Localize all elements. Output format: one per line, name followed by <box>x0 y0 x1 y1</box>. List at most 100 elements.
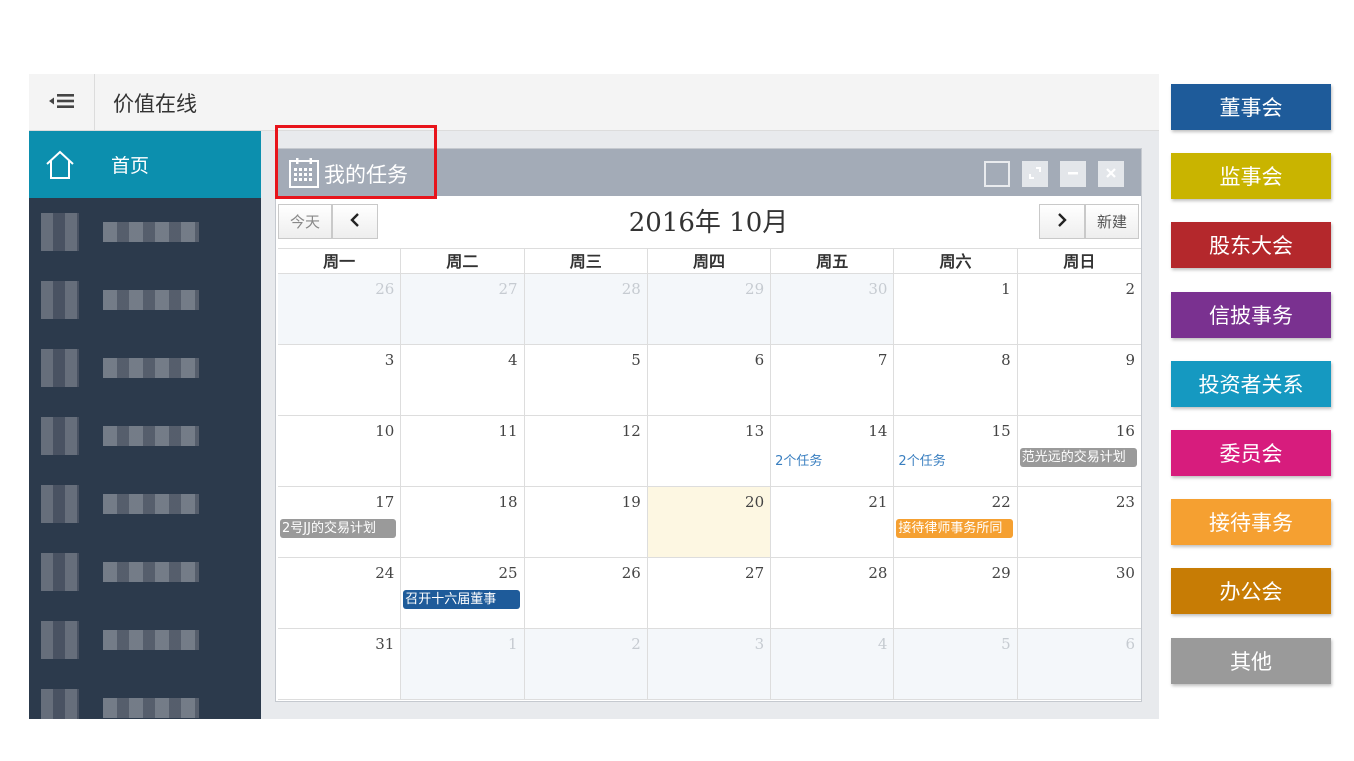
calendar-day[interactable]: 31 <box>278 629 402 700</box>
calendar-day[interactable]: 2 <box>524 629 648 700</box>
calendar-day[interactable]: 4 <box>771 629 895 700</box>
calendar-day[interactable]: 17 2号JJ的交易计划 <box>278 487 402 558</box>
calendar-day[interactable]: 19 <box>524 487 648 558</box>
calendar-day[interactable]: 5 <box>894 629 1018 700</box>
calendar-day[interactable]: 3 <box>278 345 402 416</box>
menu-toggle-button[interactable] <box>29 74 95 131</box>
calendar-day[interactable]: 28 <box>524 274 648 345</box>
sidebar-item-blurred[interactable] <box>29 198 261 266</box>
calendar-day[interactable]: 14 2个任务 <box>771 416 895 487</box>
select-checkbox[interactable] <box>984 161 1010 187</box>
calendar-day[interactable]: 30 <box>1017 558 1141 629</box>
calendar-day[interactable]: 4 <box>401 345 525 416</box>
calendar-day[interactable]: 1 <box>894 274 1018 345</box>
calendar-day[interactable]: 26 <box>278 274 402 345</box>
day-number: 3 <box>384 351 395 369</box>
calendar-day[interactable]: 26 <box>524 558 648 629</box>
calendar-day[interactable]: 27 <box>647 558 772 629</box>
minimize-button[interactable] <box>1060 161 1086 187</box>
blurred-label <box>103 222 199 242</box>
calendar-day[interactable]: 21 <box>771 487 895 558</box>
expand-button[interactable] <box>1022 161 1048 187</box>
day-number: 4 <box>877 635 888 653</box>
sidebar-item-blurred[interactable] <box>29 674 261 719</box>
day-number: 29 <box>745 280 765 298</box>
calendar-day[interactable]: 24 <box>278 558 402 629</box>
calendar-day[interactable]: 27 <box>401 274 525 345</box>
top-bar: 价值在线 <box>29 74 1159 131</box>
calendar-day[interactable]: 7 <box>771 345 895 416</box>
calendar-day[interactable]: 22 接待律师事务所同 <box>894 487 1018 558</box>
calendar-day[interactable]: 8 <box>894 345 1018 416</box>
minimize-icon <box>1067 167 1079 182</box>
calendar-event[interactable]: 召开十六届董事 <box>403 590 520 609</box>
day-number: 17 <box>375 493 395 511</box>
day-number: 15 <box>991 422 1011 440</box>
calendar-icon <box>288 157 320 193</box>
sidebar-item-blurred[interactable] <box>29 334 261 402</box>
day-number: 29 <box>991 564 1011 582</box>
sidebar-item-blurred[interactable] <box>29 606 261 674</box>
day-number: 20 <box>745 493 765 511</box>
legend-item[interactable]: 股东大会 <box>1171 222 1331 269</box>
calendar-event[interactable]: 2号JJ的交易计划 <box>280 519 397 538</box>
sidebar-item-blurred[interactable] <box>29 538 261 606</box>
new-task-button[interactable]: 新建 <box>1085 204 1139 239</box>
calendar-day[interactable]: 2 <box>1017 274 1141 345</box>
day-number: 11 <box>498 422 518 440</box>
day-number: 4 <box>508 351 518 369</box>
calendar-day[interactable]: 16 范光远的交易计划 <box>1017 416 1141 487</box>
calendar-day[interactable]: 9 <box>1017 345 1141 416</box>
next-month-button[interactable] <box>1039 204 1085 239</box>
calendar-day[interactable]: 23 <box>1017 487 1141 558</box>
day-number: 26 <box>621 564 641 582</box>
legend-item[interactable]: 委员会 <box>1171 429 1331 476</box>
day-number: 25 <box>498 564 518 582</box>
sidebar-item-label: 首页 <box>111 155 150 177</box>
legend-item[interactable]: 董事会 <box>1171 84 1331 130</box>
blurred-icon <box>41 349 79 387</box>
calendar-day[interactable]: 13 <box>647 416 772 487</box>
calendar-day[interactable]: 1 <box>401 629 525 700</box>
calendar-day[interactable]: 5 <box>524 345 648 416</box>
legend-item[interactable]: 接待事务 <box>1171 499 1331 546</box>
calendar-day[interactable]: 10 <box>278 416 402 487</box>
calendar-day[interactable]: 11 <box>401 416 525 487</box>
close-button[interactable] <box>1098 161 1124 187</box>
day-number: 5 <box>1001 635 1011 653</box>
calendar-day[interactable]: 28 <box>771 558 895 629</box>
calendar-day[interactable]: 6 <box>647 345 772 416</box>
blurred-icon <box>41 485 79 523</box>
task-count-link[interactable]: 2个任务 <box>775 450 822 469</box>
calendar-day[interactable]: 15 2个任务 <box>894 416 1018 487</box>
calendar-day[interactable]: 25 召开十六届董事 <box>401 558 525 629</box>
calendar-day[interactable]: 18 <box>401 487 525 558</box>
task-count-link[interactable]: 2个任务 <box>898 450 945 469</box>
legend-item[interactable]: 其他 <box>1171 637 1331 684</box>
calendar-day[interactable]: 20 <box>647 487 772 558</box>
sidebar-item-blurred[interactable] <box>29 470 261 538</box>
calendar-day[interactable]: 12 <box>524 416 648 487</box>
calendar-day[interactable]: 3 <box>647 629 772 700</box>
calendar-day[interactable]: 6 <box>1017 629 1141 700</box>
day-number: 5 <box>631 351 641 369</box>
sidebar-item-home[interactable]: 首页 <box>29 131 261 198</box>
calendar-grid: 周一 周二 周三 周四 周五 周六 周日 26 27 28 29 30 1 2 3 4 5 6 7 8 9… <box>278 248 1141 700</box>
day-number: 30 <box>1115 564 1135 582</box>
calendar-day[interactable]: 29 <box>647 274 772 345</box>
day-number: 28 <box>868 564 888 582</box>
day-number: 22 <box>991 493 1011 511</box>
sidebar-item-blurred[interactable] <box>29 266 261 334</box>
legend-item[interactable]: 信披事务 <box>1171 291 1331 338</box>
day-number: 2 <box>631 635 641 653</box>
calendar-day[interactable]: 29 <box>894 558 1018 629</box>
weekday-label: 周二 <box>401 249 525 274</box>
calendar-event[interactable]: 接待律师事务所同 <box>896 519 1013 538</box>
calendar-day[interactable]: 30 <box>771 274 895 345</box>
day-number: 9 <box>1125 351 1135 369</box>
sidebar-item-blurred[interactable] <box>29 402 261 470</box>
legend-item[interactable]: 投资者关系 <box>1171 360 1331 407</box>
legend-item[interactable]: 办公会 <box>1171 568 1331 615</box>
calendar-event[interactable]: 范光远的交易计划 <box>1019 448 1137 467</box>
legend-item[interactable]: 监事会 <box>1171 153 1331 200</box>
